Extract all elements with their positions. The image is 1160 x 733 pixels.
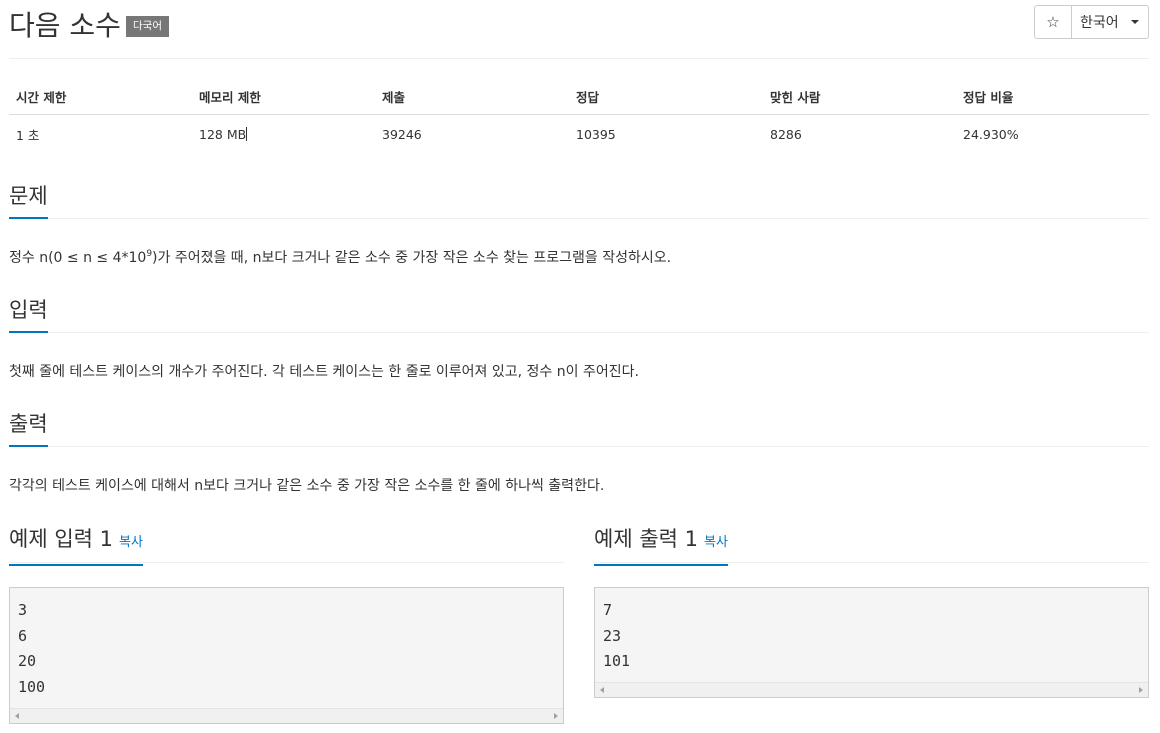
header-button-group: ☆ 한국어 — [1034, 5, 1149, 39]
sample-input-line: 20 — [18, 652, 37, 670]
text-cursor — [246, 127, 248, 141]
info-header-row: 시간 제한 메모리 제한 제출 정답 맞힌 사람 정답 비율 — [9, 82, 1149, 115]
output-section: 출력 각각의 테스트 케이스에 대해서 n보다 크거나 같은 소수 중 가장 작… — [9, 410, 1149, 496]
output-heading: 출력 — [9, 410, 48, 447]
sample-input-title: 예제 입력 1 — [9, 527, 113, 551]
copy-sample-input-button[interactable]: 복사 — [119, 535, 143, 550]
sample-output-heading: 예제 출력 1 복사 — [594, 525, 728, 566]
sample-output-box[interactable]: 7 23 101 — [594, 587, 1149, 698]
sample-output-scrollbar[interactable] — [595, 682, 1148, 697]
problem-info-table: 시간 제한 메모리 제한 제출 정답 맞힌 사람 정답 비율 1 초 128 M… — [9, 82, 1149, 152]
problem-text-part1: 정수 n(0 ≤ n ≤ 4*10 — [9, 250, 147, 266]
caret-down-icon — [1130, 20, 1139, 24]
language-dropdown[interactable]: 한국어 — [1072, 5, 1149, 39]
input-heading-bar: 입력 — [9, 296, 1149, 333]
sample-input-box[interactable]: 3 6 20 100 — [9, 587, 564, 724]
sample-output-title: 예제 출력 1 — [594, 527, 698, 551]
scroll-right-icon[interactable] — [1139, 687, 1143, 693]
info-ratio: 24.930% — [963, 127, 1019, 142]
sample-input-heading-bar: 예제 입력 1 복사 — [9, 525, 564, 566]
sample-input-heading: 예제 입력 1 복사 — [9, 525, 143, 566]
problem-heading-bar: 문제 — [9, 182, 1149, 219]
sample-input-section: 예제 입력 1 복사 3 6 20 100 — [9, 525, 564, 724]
info-memory-limit: 128 MB — [199, 127, 247, 142]
problem-page: 다음 소수 다국어 ☆ 한국어 시간 제한 메모리 제한 제출 정답 맞힌 사람… — [9, 0, 1149, 724]
sample-output-section: 예제 출력 1 복사 7 23 101 — [594, 525, 1149, 698]
info-memory-limit-cell: 128 MB — [192, 115, 375, 153]
page-header: 다음 소수 다국어 ☆ 한국어 — [9, 0, 1149, 59]
output-description: 각각의 테스트 케이스에 대해서 n보다 크거나 같은 소수 중 가장 작은 소… — [9, 478, 605, 494]
problem-heading: 문제 — [9, 182, 48, 219]
input-description: 첫째 줄에 테스트 케이스의 개수가 주어진다. 각 테스트 케이스는 한 줄로… — [9, 364, 639, 380]
sample-output-line: 23 — [603, 626, 622, 645]
info-header-ratio: 정답 비율 — [956, 82, 1149, 115]
sample-output-line: 7 — [603, 601, 613, 619]
info-header-memory-limit: 메모리 제한 — [192, 82, 375, 115]
page-title: 다음 소수 — [9, 9, 121, 42]
problem-section: 문제 정수 n(0 ≤ n ≤ 4*109)가 주어졌을 때, n보다 크거나 … — [9, 182, 1149, 268]
sample-input-line: 100 — [18, 677, 46, 696]
scroll-left-icon[interactable] — [15, 713, 19, 719]
sample-input-line: 3 — [18, 601, 28, 619]
info-accepted: 10395 — [576, 127, 616, 142]
info-header-solvers: 맞힌 사람 — [763, 82, 956, 115]
info-header-time-limit: 시간 제한 — [9, 82, 192, 115]
sample-output-heading-bar: 예제 출력 1 복사 — [594, 525, 1149, 566]
sample-input-lines: 3 6 20 100 — [10, 588, 563, 700]
problem-text-part2: )가 주어졌을 때, n보다 크거나 같은 소수 중 가장 작은 소수 찾는 프… — [152, 250, 672, 266]
info-header-submissions: 제출 — [375, 82, 569, 115]
multilingual-badge[interactable]: 다국어 — [126, 16, 169, 37]
input-heading: 입력 — [9, 296, 48, 333]
info-value-row: 1 초 128 MB 39246 10395 8286 24.930% — [9, 115, 1149, 153]
sample-output-lines: 7 23 101 — [595, 588, 1148, 675]
input-section: 입력 첫째 줄에 테스트 케이스의 개수가 주어진다. 각 테스트 케이스는 한… — [9, 296, 1149, 382]
language-label: 한국어 — [1080, 15, 1119, 31]
scroll-left-icon[interactable] — [600, 687, 604, 693]
output-heading-bar: 출력 — [9, 410, 1149, 447]
sample-input-scrollbar[interactable] — [10, 708, 563, 723]
info-solvers: 8286 — [770, 127, 802, 142]
info-submissions: 39246 — [382, 127, 422, 142]
scroll-right-icon[interactable] — [554, 713, 558, 719]
info-header-accepted: 정답 — [569, 82, 763, 115]
sample-output-line: 101 — [603, 652, 631, 670]
info-time-limit: 1 초 — [16, 128, 40, 143]
sample-input-line: 6 — [18, 626, 28, 645]
problem-description: 정수 n(0 ≤ n ≤ 4*109)가 주어졌을 때, n보다 크거나 같은 … — [9, 248, 1149, 268]
copy-sample-output-button[interactable]: 복사 — [704, 535, 728, 550]
favorite-button[interactable]: ☆ — [1034, 5, 1072, 39]
star-icon: ☆ — [1046, 13, 1060, 31]
